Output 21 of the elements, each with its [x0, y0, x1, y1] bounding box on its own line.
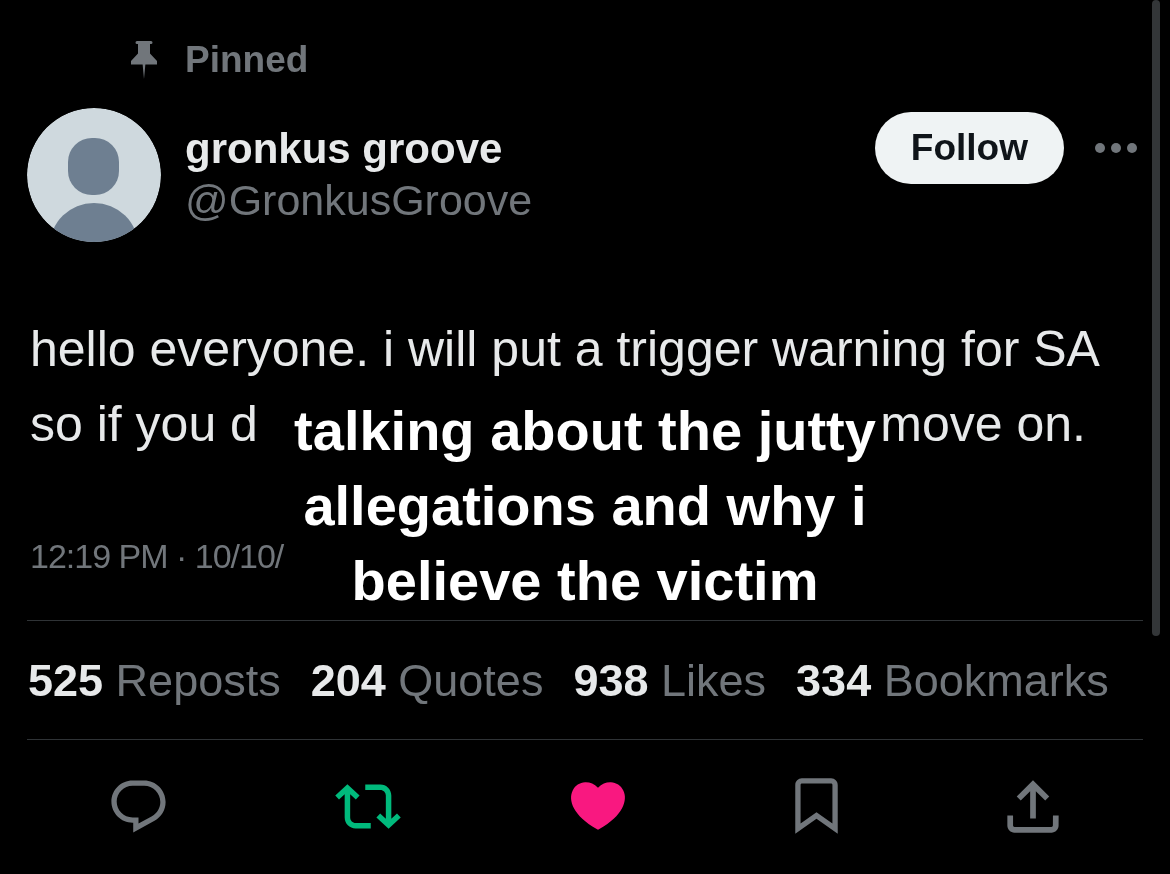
- timestamp: 12:19 PM · 10/10/: [30, 536, 284, 577]
- video-caption: talking about the jutty allegations and why i believe the victim: [294, 398, 876, 614]
- scrollbar-thumb[interactable]: [1152, 0, 1160, 636]
- repost-arrows-icon[interactable]: [335, 783, 402, 829]
- stat-link[interactable]: 938 Likes: [573, 656, 767, 706]
- follow-button[interactable]: Follow: [874, 112, 1064, 184]
- user-handle[interactable]: @GronkusGroove: [185, 174, 533, 226]
- share-icon[interactable]: [1006, 779, 1059, 833]
- display-name[interactable]: gronkus groove: [185, 124, 503, 174]
- heart-icon[interactable]: [570, 782, 626, 830]
- stat-link[interactable]: 334 Bookmarks: [796, 656, 1109, 706]
- stat-link[interactable]: 204 Quotes: [310, 656, 544, 706]
- bookmark-icon[interactable]: [794, 778, 838, 834]
- speech-bubble-icon[interactable]: [111, 779, 167, 833]
- tweet-text: hello everyone. i will put a trigger warning for SA: [30, 320, 1100, 379]
- avatar-silhouette-icon[interactable]: [27, 108, 161, 242]
- pinned-label: Pinned: [185, 40, 309, 80]
- tweet-text: so if you d: [30, 395, 258, 454]
- stat-link[interactable]: 525 Reposts: [28, 656, 281, 706]
- more-icon[interactable]: [1095, 143, 1137, 153]
- tweet-text: move on.: [880, 395, 1086, 454]
